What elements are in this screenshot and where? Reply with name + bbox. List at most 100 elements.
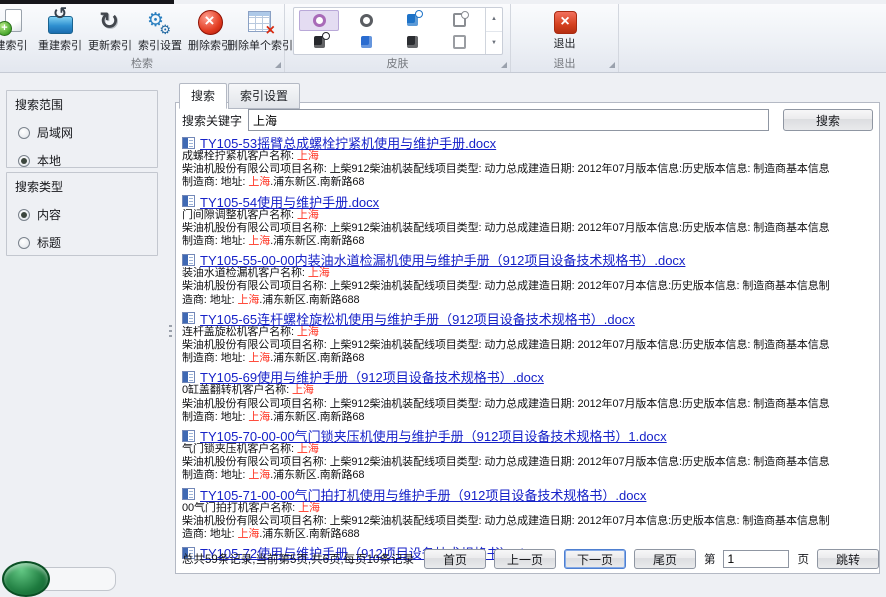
gallery-up-icon[interactable]: ▲ [486, 8, 502, 32]
skin-option-1[interactable] [299, 10, 339, 31]
ribbon-group-exit: 退出 退出 [511, 4, 619, 72]
result-item: TY105-71-00-00气门拍打机使用与维护手册（912项目设备技术规格书）… [182, 487, 873, 542]
search-button[interactable]: 搜索 [783, 109, 873, 131]
ribbon-group-skin-label: 皮肤 [285, 55, 510, 71]
result-title-row: TY105-54使用与维护手册.docx [182, 194, 873, 209]
result-item: TY105-55-00-00内装油水道检漏机使用与维护手册（912项目设备技术规… [182, 252, 873, 307]
pagination-summary: 总共59条记录,当前第5页,共6页,每页10条记录 [182, 551, 414, 567]
gallery-scroll: ▲ ▼ [485, 8, 502, 54]
word-doc-icon [182, 430, 195, 442]
radio-label: 内容 [37, 206, 61, 223]
word-doc-icon [182, 195, 195, 207]
result-item: TY105-53摇臂总成螺栓拧紧机使用与维护手册.docx成螺栓拧紧机客户名称:… [182, 135, 873, 190]
skin-gallery: ▲ ▼ [293, 7, 503, 55]
ribbon-button-label: 重建索引 [38, 37, 82, 53]
highlighted-keyword: 上海 [297, 209, 319, 221]
skin-option-6[interactable] [346, 32, 386, 53]
exit-button-label: 退出 [554, 35, 576, 51]
skin-icon [360, 14, 373, 27]
radio-icon[interactable] [18, 237, 30, 249]
ribbon-group-exit-label: 退出 [511, 55, 618, 71]
ribbon-index-buttons: 建索引重建索引更新索引索引设置删除索引删除单个索引 [0, 4, 284, 55]
first-page-button[interactable]: 首页 [424, 549, 486, 569]
result-title-row: TY105-65连杆螺栓旋松机使用与维护手册（912项目设备技术规格书）.doc… [182, 311, 873, 326]
skin-icon [453, 35, 466, 49]
dialog-launcher-icon[interactable] [609, 62, 615, 68]
search-input[interactable] [248, 109, 769, 131]
word-doc-icon [182, 488, 195, 500]
exit-button[interactable]: 退出 [537, 8, 593, 53]
rebuild-index-icon [46, 8, 74, 36]
dialog-launcher-icon[interactable] [501, 62, 507, 68]
ribbon-button-label: 建索引 [0, 37, 28, 53]
ribbon-button-label: 删除索引 [188, 37, 232, 53]
radio-option-0-1[interactable]: 本地 [18, 152, 157, 169]
radio-label: 标题 [37, 234, 61, 251]
index-settings-button[interactable]: 索引设置 [135, 6, 185, 55]
prev-page-button[interactable]: 上一页 [494, 549, 556, 569]
tab-search[interactable]: 搜索 [179, 83, 227, 109]
result-item: TY105-65连杆螺栓旋松机使用与维护手册（912项目设备技术规格书）.doc… [182, 311, 873, 366]
new-index-button[interactable]: 建索引 [0, 6, 35, 55]
skin-option-7[interactable] [393, 32, 433, 53]
result-item: TY105-54使用与维护手册.docx门间隙调整机客户名称: 上海柴油机股份有… [182, 194, 873, 249]
radio-icon[interactable] [18, 209, 30, 221]
skin-icon [361, 36, 372, 48]
jump-button[interactable]: 跳转 [817, 549, 879, 569]
skin-option-5[interactable] [299, 32, 339, 53]
skin-option-2[interactable] [346, 10, 386, 31]
result-item: TY105-70-00-00气门锁夹压机使用与维护手册（912项目设备技术规格书… [182, 428, 873, 483]
splitter-grip-icon [169, 325, 172, 340]
sidebar: 搜索范围局域网本地搜索类型内容标题 [0, 73, 168, 579]
last-page-button[interactable]: 尾页 [634, 549, 696, 569]
search-keyword-label: 搜索关键字 [182, 112, 242, 129]
result-item: TY105-69使用与维护手册（912项目设备技术规格书）.docx0缸盖翻转机… [182, 369, 873, 424]
pagination-bar: 总共59条记录,当前第5页,共6页,每页10条记录 首页 上一页 下一页 尾页 … [182, 548, 875, 570]
delete-single-index-button[interactable]: 删除单个索引 [235, 6, 285, 55]
radio-option-1-1[interactable]: 标题 [18, 234, 157, 251]
delete-single-index-icon [246, 8, 274, 36]
new-index-icon [0, 8, 25, 36]
page-number-input[interactable] [723, 550, 789, 568]
rebuild-index-button[interactable]: 重建索引 [35, 6, 85, 55]
skin-option-8[interactable] [440, 32, 480, 53]
exit-icon [553, 10, 577, 34]
highlighted-keyword: 上海 [248, 352, 270, 364]
tab-index-settings-label: 索引设置 [240, 89, 288, 103]
tab-search-label: 搜索 [191, 89, 215, 103]
highlighted-keyword: 上海 [292, 384, 314, 396]
skin-option-4[interactable] [440, 10, 480, 31]
result-snippet-line: 制造商: 地址: 上海.浦东新区.南新路68 [182, 469, 873, 482]
search-scope-group: 搜索范围局域网本地 [6, 90, 158, 168]
radio-icon[interactable] [18, 155, 30, 167]
highlighted-keyword: 上海 [237, 528, 259, 540]
result-snippet-line: 制造商: 地址: 上海.浦东新区.南新路68 [182, 411, 873, 424]
main-panel: 搜索 索引设置 搜索关键字 搜索 TY105-53摇臂总成螺栓拧紧机使用与维护手… [173, 73, 886, 579]
ribbon: 建索引重建索引更新索引索引设置删除索引删除单个索引 检索 ▲ ▼ 皮肤 退出 退… [0, 4, 886, 73]
gallery-down-icon[interactable]: ▼ [486, 32, 502, 55]
highlighted-keyword: 上海 [297, 326, 319, 338]
highlighted-keyword: 上海 [297, 150, 319, 162]
highlighted-keyword: 上海 [308, 267, 330, 279]
radio-option-1-0[interactable]: 内容 [18, 206, 157, 223]
next-page-button[interactable]: 下一页 [564, 549, 626, 569]
result-snippet-line: 门间隙调整机客户名称: 上海 [182, 209, 873, 222]
radio-option-0-0[interactable]: 局域网 [18, 124, 157, 141]
radio-icon[interactable] [18, 127, 30, 139]
search-tab-page: 搜索关键字 搜索 TY105-53摇臂总成螺栓拧紧机使用与维护手册.docx成螺… [175, 102, 880, 574]
tab-index-settings[interactable]: 索引设置 [228, 83, 300, 109]
result-snippet-line: 制造商: 地址: 上海.浦东新区.南新路68 [182, 352, 873, 365]
result-snippet-line: 制造商: 地址: 上海.浦东新区.南新路68 [182, 176, 873, 189]
results-list: TY105-53摇臂总成螺栓拧紧机使用与维护手册.docx成螺栓拧紧机客户名称:… [182, 135, 873, 560]
ribbon-group-index-label: 检索 [0, 55, 284, 71]
skin-option-3[interactable] [393, 10, 433, 31]
group-title: 搜索范围 [7, 91, 157, 113]
word-doc-icon [182, 371, 195, 383]
result-snippet-line: 柴油机股份有限公司项目名称: 上柴912柴油机装配线项目类型: 动力总成建造日期… [182, 398, 873, 411]
dialog-launcher-icon[interactable] [275, 62, 281, 68]
highlighted-keyword: 上海 [248, 176, 270, 188]
update-index-icon [96, 8, 124, 36]
highlighted-keyword: 上海 [248, 469, 270, 481]
update-index-button[interactable]: 更新索引 [85, 6, 135, 55]
corner-green-orb [2, 561, 50, 597]
